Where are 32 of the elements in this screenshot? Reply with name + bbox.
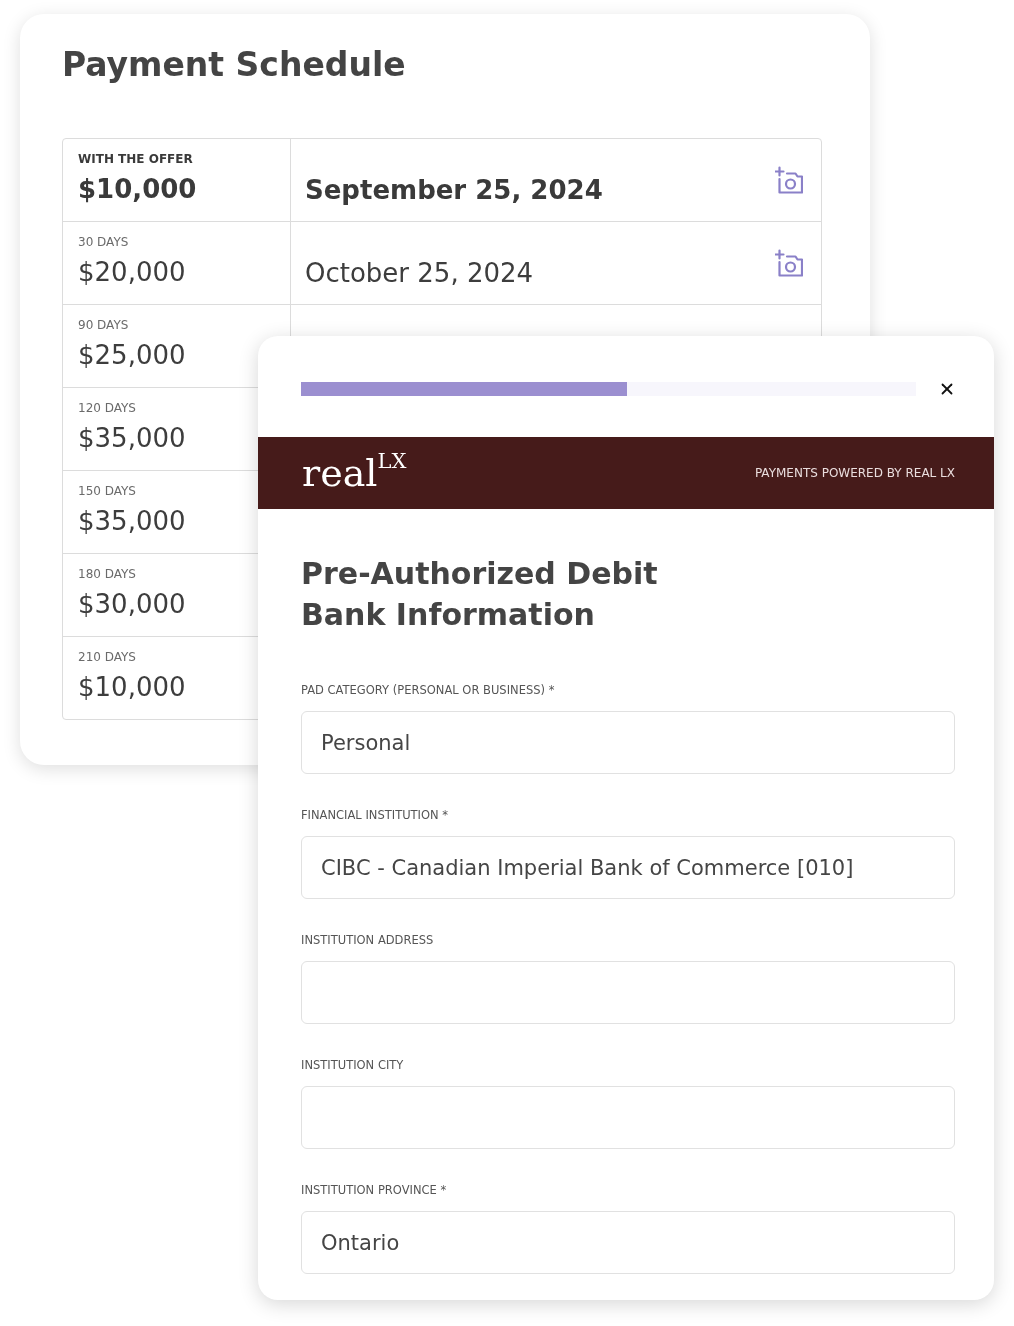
input-field[interactable]: Personal [301, 711, 955, 774]
field-label: INSTITUTION ADDRESS [301, 932, 434, 948]
amount-text: $20,000 [78, 256, 186, 289]
field-label: INSTITUTION CITY [301, 1057, 404, 1073]
term-label: 120 DAYS [78, 400, 136, 416]
form-heading: Pre-Authorized Debit Bank Information [301, 555, 658, 634]
term-label: 150 DAYS [78, 483, 136, 499]
term-label: 210 DAYS [78, 649, 136, 665]
amount-text: $10,000 [78, 173, 197, 206]
due-date: September 25, 2024 [305, 174, 603, 207]
input-field[interactable] [301, 961, 955, 1024]
input-field[interactable]: Ontario [301, 1211, 955, 1274]
brand-tagline: PAYMENTS POWERED BY REAL LX [754, 465, 955, 481]
camera-plus-icon[interactable] [775, 249, 803, 277]
input-field[interactable]: CIBC - Canadian Imperial Bank of Commerce [010] [301, 836, 955, 899]
field-label: PAD CATEGORY (PERSONAL OR BUSINESS) * [301, 682, 555, 698]
term-label: 180 DAYS [78, 566, 136, 582]
field-label: INSTITUTION PROVINCE * [301, 1182, 447, 1198]
schedule-title: Payment Schedule [62, 45, 406, 85]
camera-plus-icon[interactable] [775, 166, 803, 194]
amount-text: $35,000 [78, 505, 186, 538]
input-field[interactable] [301, 1086, 955, 1149]
term-label: 90 DAYS [78, 317, 129, 333]
amount-text: $25,000 [78, 339, 186, 372]
term-label: WITH THE OFFER [78, 151, 193, 167]
amount-text: $30,000 [78, 588, 186, 621]
amount-text: $10,000 [78, 671, 186, 704]
field-label: FINANCIAL INSTITUTION * [301, 807, 449, 823]
brand-logo: real$^{LX}$ [302, 451, 407, 495]
due-date: October 25, 2024 [305, 257, 534, 290]
term-label: 30 DAYS [78, 234, 129, 250]
amount-text: $35,000 [78, 422, 186, 455]
